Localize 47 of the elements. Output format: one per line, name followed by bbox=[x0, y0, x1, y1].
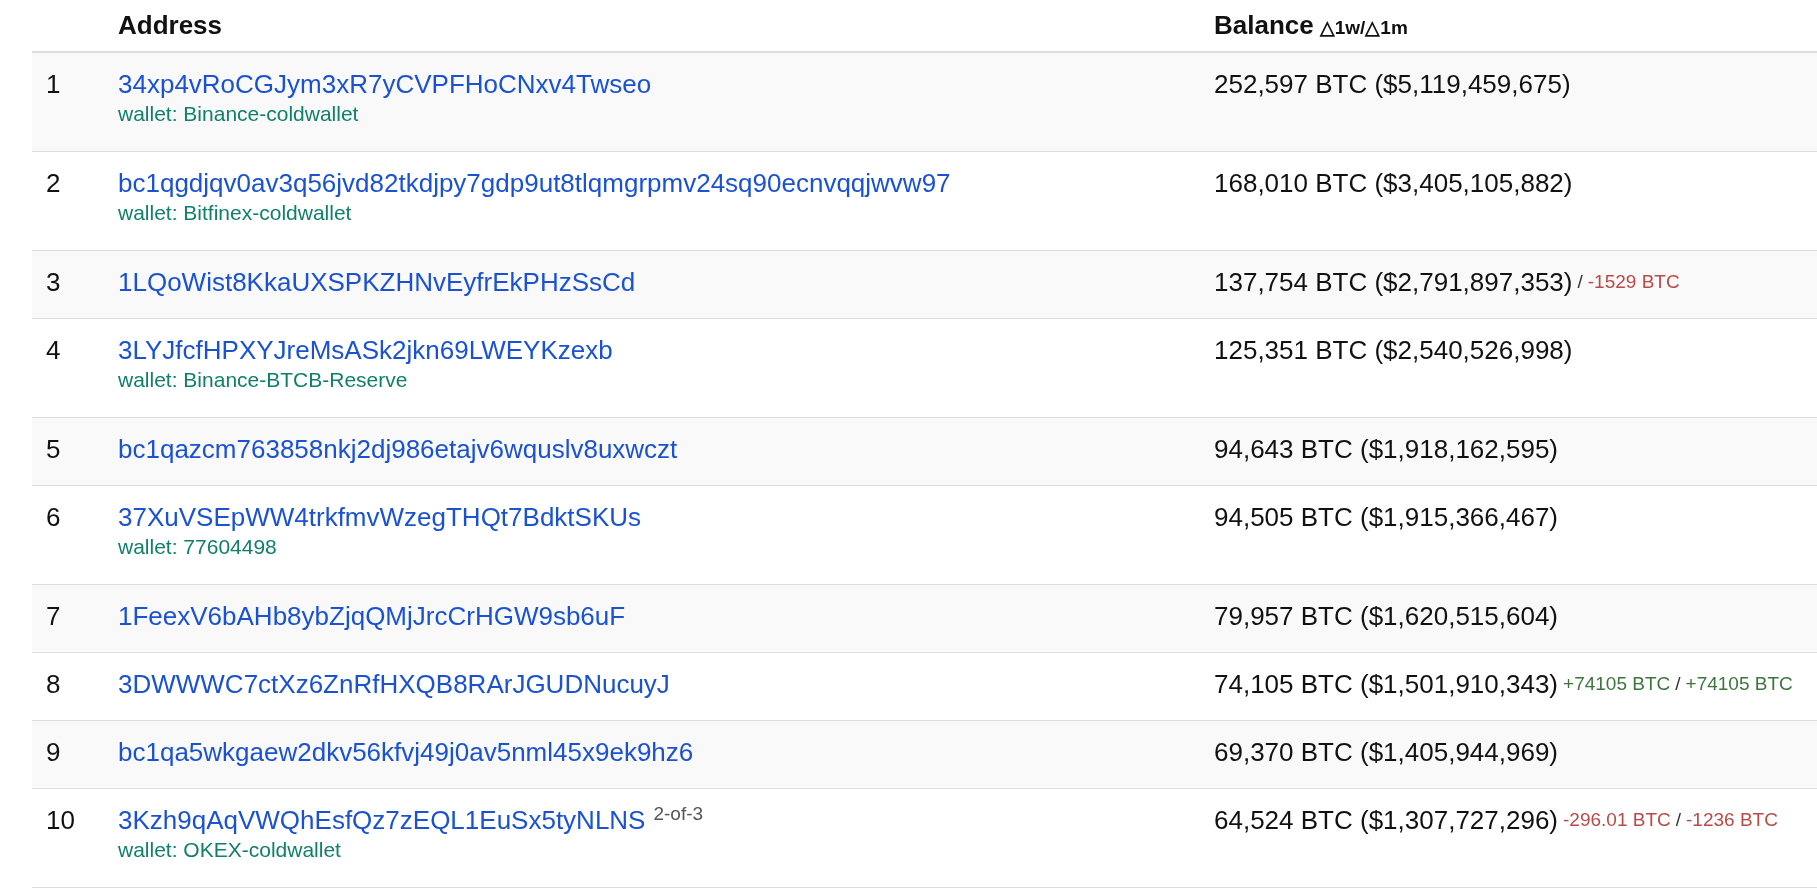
address-link[interactable]: 1LQoWist8KkaUXSPKZHNvEyfrEkPHzSsCd bbox=[118, 265, 636, 299]
balance-amount: 94,643 BTC ($1,918,162,595) bbox=[1214, 433, 1559, 466]
rank-number: 9 bbox=[46, 737, 61, 767]
column-header: Address bbox=[118, 10, 223, 40]
wallet-label: wallet: 77604498 bbox=[118, 534, 277, 560]
address-link[interactable]: 3Kzh9qAqVWQhEsfQz7zEQL1EuSx5tyNLNS bbox=[118, 803, 646, 837]
address-link[interactable]: bc1qgdjqv0av3q56jvd82tkdjpy7gdp9ut8tlqmgrpmv24sq90ecnvqqjwvw97 bbox=[118, 166, 951, 200]
address-link[interactable]: bc1qa5wkgaew2dkv56kfvj49j0av5nml45x9ek9hz6 bbox=[118, 735, 694, 769]
change-separator: / bbox=[1675, 807, 1682, 832]
wallet-label: wallet: Binance-coldwallet bbox=[118, 101, 359, 127]
rank-number: 1 bbox=[46, 69, 61, 99]
balance-amount: 125,351 BTC ($2,540,526,998) bbox=[1214, 334, 1573, 367]
address-link[interactable]: 1FeexV6bAHb8ybZjqQMjJrcCrHGW9sb6uF bbox=[118, 599, 626, 633]
address-link[interactable]: 37XuVSEpWW4trkfmvWzegTHQt7BdktSKUs bbox=[118, 500, 642, 534]
wallet-label: wallet: Bitfinex-coldwallet bbox=[118, 200, 352, 226]
balance-amount: 252,597 BTC ($5,119,459,675) bbox=[1214, 68, 1571, 101]
balance-amount: 79,957 BTC ($1,620,515,604) bbox=[1214, 600, 1559, 633]
balance-change: -296.01 BTC bbox=[1563, 807, 1671, 832]
change-separator: / bbox=[1675, 671, 1681, 696]
balance-amount: 69,370 BTC ($1,405,944,969) bbox=[1214, 736, 1559, 769]
address-link[interactable]: bc1qazcm763858nkj2dj986etajv6wquslv8uxwczt bbox=[118, 432, 678, 466]
address-link[interactable]: 34xp4vRoCGJym3xR7yCVPFHoCNxv4Twseo bbox=[118, 67, 652, 101]
column-header-suffix: △1w/△1m bbox=[1319, 16, 1408, 40]
rank-number: 5 bbox=[46, 434, 61, 464]
balance-amount: 168,010 BTC ($3,405,105,882) bbox=[1214, 167, 1573, 200]
balance-amount: 94,505 BTC ($1,915,366,467) bbox=[1214, 501, 1559, 534]
rank-number: 7 bbox=[46, 601, 61, 631]
address-link[interactable]: 3LYJfcfHPXYJreMsASk2jkn69LWEYKzexb bbox=[118, 333, 613, 367]
column-header: Balance bbox=[1214, 9, 1314, 42]
balance-amount: 74,105 BTC ($1,501,910,343) bbox=[1214, 668, 1559, 701]
rank-number: 8 bbox=[46, 669, 61, 699]
rank-number: 4 bbox=[46, 335, 61, 365]
balance-change: +74105 BTC bbox=[1685, 671, 1793, 696]
wallet-label: wallet: OKEX-coldwallet bbox=[118, 837, 341, 863]
change-separator: / bbox=[1577, 269, 1583, 294]
multisig-label: 2-of-3 bbox=[653, 803, 704, 825]
balance-change: -1529 BTC bbox=[1587, 269, 1680, 294]
balance-change: +74105 BTC bbox=[1563, 671, 1671, 696]
rank-number: 6 bbox=[46, 502, 61, 532]
balance-amount: 137,754 BTC ($2,791,897,353) bbox=[1214, 266, 1573, 299]
wallet-label: wallet: Binance-BTCB-Reserve bbox=[118, 367, 408, 393]
rank-number: 10 bbox=[46, 805, 75, 835]
balance-change: -1236 BTC bbox=[1686, 807, 1778, 832]
address-link[interactable]: 3DWWWC7ctXz6ZnRfHXQB8RArJGUDNucuyJ bbox=[118, 667, 670, 701]
rank-number: 3 bbox=[46, 267, 61, 297]
rank-number: 2 bbox=[46, 168, 61, 198]
balance-amount: 64,524 BTC ($1,307,727,296) bbox=[1214, 804, 1559, 837]
